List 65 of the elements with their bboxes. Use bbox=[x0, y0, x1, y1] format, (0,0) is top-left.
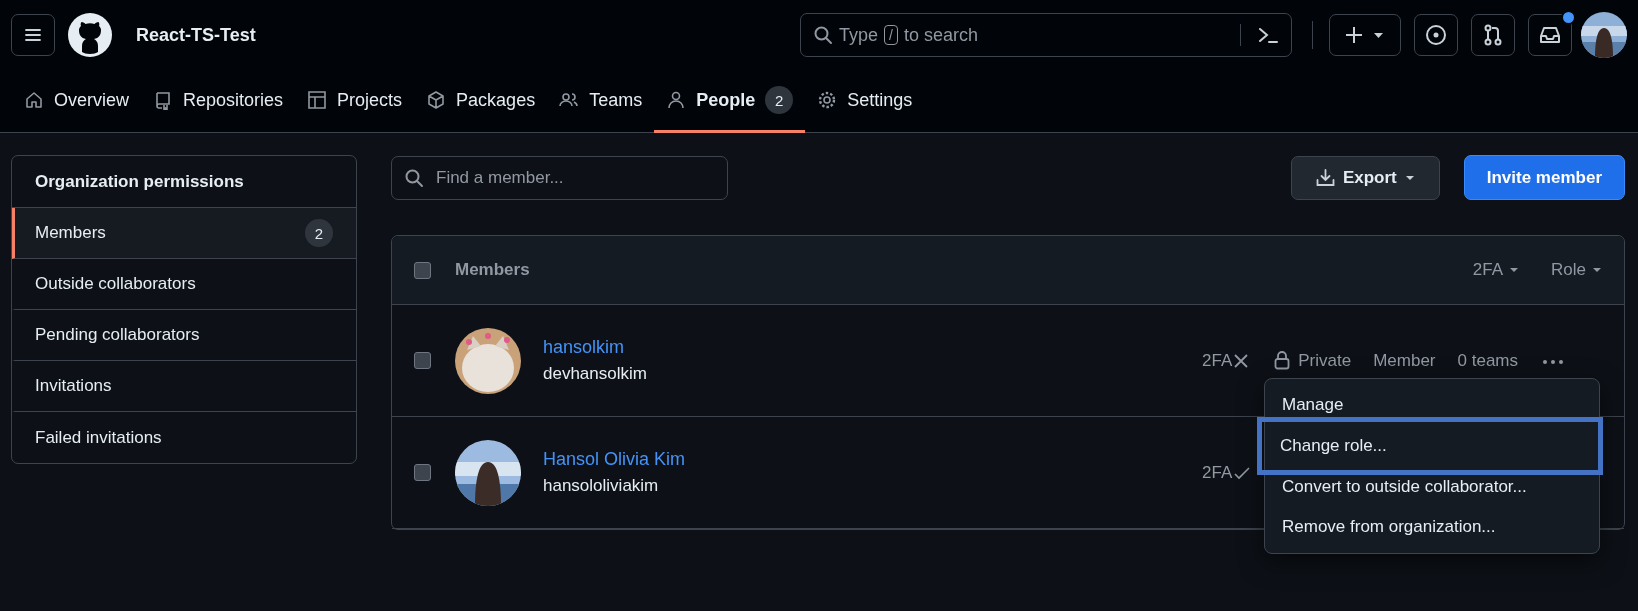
nav-tab[interactable]: Projects bbox=[295, 70, 415, 133]
row-checkbox[interactable] bbox=[414, 352, 431, 369]
member-name-link[interactable]: Hansol Olivia Kim bbox=[543, 449, 686, 470]
member-username: hansololiviakim bbox=[543, 476, 660, 496]
table-icon bbox=[307, 90, 328, 110]
terminal-icon[interactable] bbox=[1257, 26, 1279, 44]
member-username: devhansolkim bbox=[543, 364, 647, 384]
two-factor-status: 2FA bbox=[1202, 462, 1233, 483]
find-member-field[interactable]: Find a member... bbox=[391, 155, 728, 200]
download-icon bbox=[1315, 169, 1335, 186]
search-hint: to search bbox=[903, 24, 978, 46]
circle-dot-icon bbox=[1425, 24, 1447, 46]
visibility-label: Private bbox=[1298, 350, 1352, 371]
slash-key: / bbox=[884, 25, 898, 45]
ellipsis-icon bbox=[1542, 359, 1564, 365]
house-icon bbox=[24, 90, 44, 110]
select-all-checkbox[interactable] bbox=[414, 261, 431, 279]
member-counter: 2 bbox=[305, 219, 333, 247]
caret-icon bbox=[1592, 267, 1602, 273]
filter-dropdown[interactable]: 2FA bbox=[1472, 260, 1520, 280]
column-heading: Members bbox=[455, 260, 530, 280]
menu-button[interactable] bbox=[11, 14, 55, 56]
pull-requests-button[interactable] bbox=[1471, 14, 1515, 56]
caret-icon bbox=[1509, 267, 1520, 273]
nav-tab[interactable]: Teams bbox=[547, 70, 655, 133]
search-hint: Type bbox=[839, 24, 879, 46]
caret-icon bbox=[1404, 174, 1415, 181]
menu-item[interactable]: Change role... bbox=[1257, 417, 1603, 475]
search-field[interactable]: Type / to search bbox=[800, 13, 1292, 57]
row-checkbox[interactable] bbox=[414, 464, 431, 481]
invite-member-button[interactable]: Invite member bbox=[1463, 155, 1625, 200]
organization-name[interactable]: React-TS-Test bbox=[136, 24, 256, 46]
pull-request-icon bbox=[1483, 24, 1503, 46]
sidebar-item[interactable]: Pending collaborators bbox=[12, 310, 356, 361]
menu-icon bbox=[24, 27, 42, 43]
sidebar-item[interactable]: Outside collaborators bbox=[12, 259, 356, 310]
issues-button[interactable] bbox=[1414, 14, 1458, 56]
sidebar-item[interactable]: Members 2 bbox=[12, 208, 356, 259]
member-name-link[interactable]: hansolkim bbox=[543, 337, 647, 358]
book-icon bbox=[153, 90, 173, 110]
nav-tab[interactable]: Repositories bbox=[141, 70, 296, 133]
nav-tab[interactable]: People 2 bbox=[654, 70, 806, 133]
tab-counter: 2 bbox=[765, 86, 794, 114]
nav-tab[interactable]: Overview bbox=[12, 70, 141, 133]
lock-icon bbox=[1274, 351, 1291, 370]
plus-caret-icon bbox=[1345, 25, 1385, 45]
person-icon bbox=[666, 90, 687, 110]
nav-tab[interactable]: Packages bbox=[414, 70, 548, 133]
cube-icon bbox=[426, 90, 447, 110]
sidebar-item[interactable]: Invitations bbox=[12, 361, 356, 412]
nav-tab[interactable]: Settings bbox=[805, 70, 925, 133]
inbox-button[interactable] bbox=[1528, 14, 1572, 56]
sidebar-item[interactable]: Failed invitations bbox=[12, 412, 356, 463]
create-button[interactable] bbox=[1329, 14, 1401, 56]
export-button[interactable]: Export bbox=[1290, 155, 1440, 200]
gear-icon bbox=[817, 90, 838, 110]
octocat-logo[interactable] bbox=[68, 13, 112, 57]
inbox-icon bbox=[1539, 25, 1561, 45]
search-icon bbox=[813, 25, 833, 45]
role-label: Member bbox=[1373, 350, 1436, 371]
search-icon bbox=[404, 167, 424, 188]
teams-link[interactable]: 0 teams bbox=[1457, 350, 1518, 371]
menu-item[interactable]: Remove from organization... bbox=[1259, 507, 1605, 547]
filter-dropdown[interactable]: Role bbox=[1551, 260, 1602, 280]
two-factor-status: 2FA bbox=[1202, 350, 1233, 371]
